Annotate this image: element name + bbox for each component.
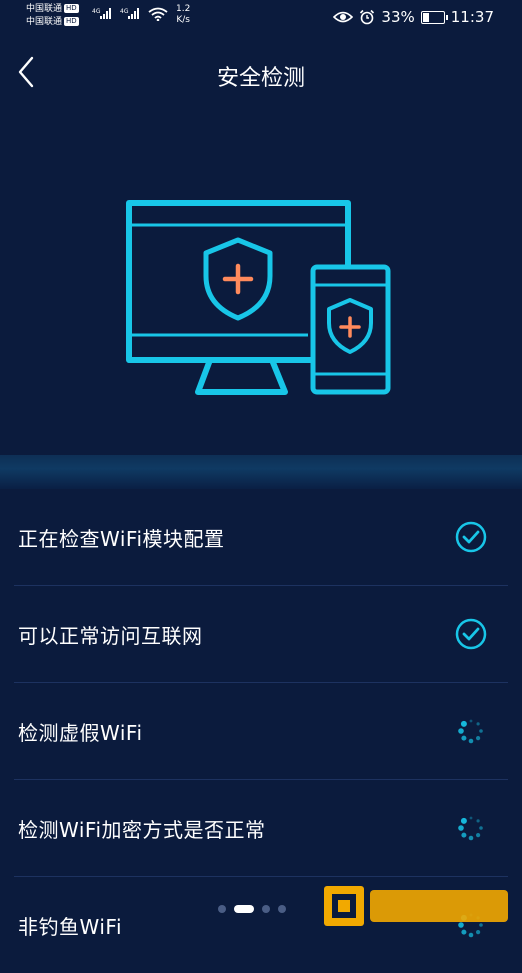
signal-icon: 4G — [92, 8, 111, 19]
carrier-2-label: 中国联通 — [26, 17, 63, 27]
status-slot — [454, 520, 488, 554]
battery-icon — [420, 10, 448, 24]
alarm-icon — [360, 9, 375, 25]
net-speed: 1.2 K/s — [176, 4, 190, 26]
net-speed-unit: K/s — [176, 15, 190, 25]
page-dot — [218, 905, 226, 913]
page-indicator — [218, 905, 286, 913]
check-circle-icon — [455, 618, 487, 650]
status-bar: 中国联通 HD 中国联通 HD 4G 4G 1.2 K/s 33% 11:37 — [0, 0, 522, 34]
svg-text:4G: 4G — [120, 8, 129, 15]
carrier-1: 中国联通 HD — [26, 4, 79, 14]
watermark-logo — [324, 886, 508, 926]
check-label: 可以正常访问互联网 — [18, 624, 203, 648]
battery-percent: 33% — [381, 8, 415, 26]
page-title: 安全检测 — [216, 66, 305, 91]
carrier-1-label: 中国联通 — [26, 4, 63, 14]
signal-2-icon: 4G — [120, 8, 139, 19]
check-label: 检测WiFi加密方式是否正常 — [18, 818, 266, 842]
carrier-2: 中国联通 HD — [26, 17, 79, 27]
check-row: 可以正常访问互联网 — [14, 586, 508, 683]
wifi-icon — [148, 7, 168, 21]
check-label: 非钓鱼WiFi — [18, 915, 122, 939]
svg-text:4G: 4G — [92, 8, 101, 15]
check-label: 正在检查WiFi模块配置 — [18, 527, 225, 551]
check-row: 检测虚假WiFi — [14, 683, 508, 780]
hd-badge: HD — [64, 4, 79, 13]
page-dot — [262, 905, 270, 913]
status-slot — [454, 617, 488, 651]
header: 安全检测 — [0, 46, 522, 102]
net-speed-value: 1.2 — [176, 4, 191, 14]
plus-icon — [222, 263, 254, 295]
page-dot-active — [234, 905, 254, 913]
status-slot — [454, 811, 488, 845]
loading-spinner-icon — [458, 719, 483, 744]
check-row: 正在检查WiFi模块配置 — [14, 489, 508, 586]
page-dot — [278, 905, 286, 913]
hd-badge-2: HD — [64, 17, 79, 26]
eye-icon — [333, 11, 354, 23]
battery-fill — [422, 12, 430, 22]
loading-spinner-icon — [458, 816, 483, 841]
status-right: 33% 11:37 — [333, 8, 494, 26]
section-divider-band — [0, 455, 522, 489]
check-label: 检测虚假WiFi — [18, 721, 143, 745]
check-circle-icon — [455, 521, 487, 553]
security-devices-illustration — [126, 200, 391, 395]
status-slot — [454, 714, 488, 748]
clock: 11:37 — [450, 8, 494, 26]
check-row: 检测WiFi加密方式是否正常 — [14, 780, 508, 877]
